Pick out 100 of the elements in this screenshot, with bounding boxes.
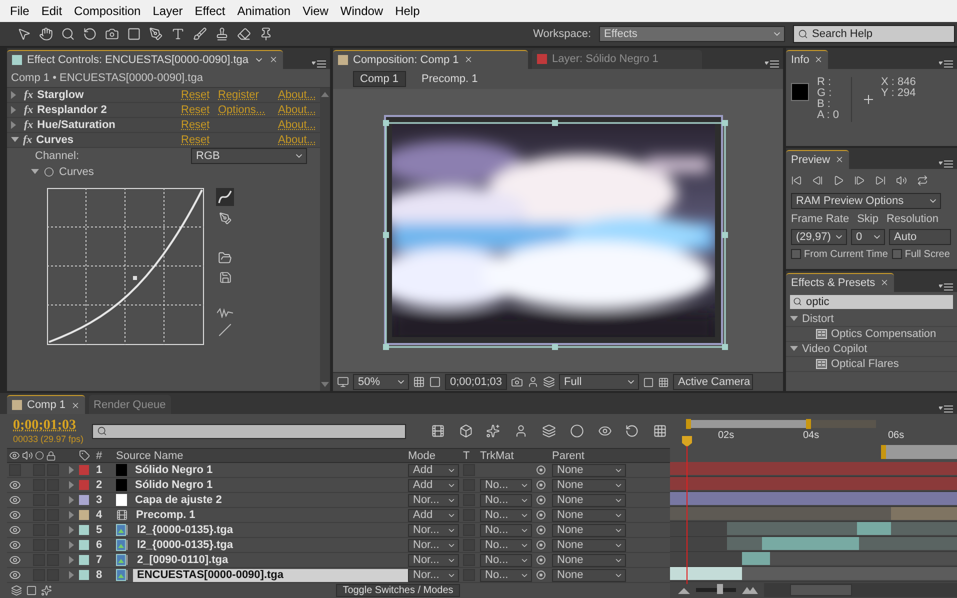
camera-dropdown[interactable]: Active Camera bbox=[673, 374, 753, 390]
skip-dropdown[interactable]: 0 bbox=[851, 228, 885, 245]
track-matte-dropdown[interactable]: No... bbox=[480, 494, 532, 506]
channel-value: G : bbox=[817, 88, 833, 99]
search-field[interactable]: Search Help bbox=[793, 24, 955, 43]
fx-label: fx bbox=[24, 118, 34, 131]
layer-name[interactable]: 2_[0090-0110].tga bbox=[133, 554, 408, 566]
mode-dropdown[interactable]: Nor... bbox=[408, 554, 459, 566]
column-header[interactable]: Mode bbox=[408, 450, 463, 462]
layer-number: 3 bbox=[96, 494, 104, 506]
tree-item[interactable]: Optical Flares bbox=[831, 358, 899, 370]
layer-name[interactable]: Sólido Negro 1 bbox=[131, 464, 408, 476]
menu-item[interactable]: Help bbox=[389, 4, 426, 18]
layer-name[interactable]: Sólido Negro 1 bbox=[131, 478, 408, 492]
tree-item[interactable]: Optics Compensation bbox=[831, 328, 936, 340]
track-matte-dropdown[interactable]: No... bbox=[480, 524, 532, 536]
layer-number: 8 bbox=[96, 569, 104, 581]
toggle-switches-button[interactable]: Toggle Switches / Modes bbox=[336, 584, 460, 597]
search-field[interactable]: optic bbox=[790, 294, 953, 309]
column-header: # bbox=[96, 450, 104, 462]
mode-dropdown[interactable]: Add bbox=[408, 464, 459, 476]
resolution-label: Resolution bbox=[886, 212, 938, 225]
reset-link[interactable]: Reset bbox=[181, 118, 218, 131]
menu-item[interactable]: Effect bbox=[188, 4, 232, 18]
mode-dropdown[interactable]: Nor... bbox=[408, 494, 459, 506]
current-time[interactable]: 0;00;01;03 bbox=[13, 418, 84, 434]
column-header[interactable]: TrkMat bbox=[480, 450, 536, 462]
menu-item[interactable]: Window bbox=[334, 4, 390, 18]
layer-name[interactable]: ENCUESTAS[0000-0090].tga bbox=[133, 568, 408, 582]
layer-number: 6 bbox=[96, 539, 104, 551]
menu-item[interactable]: Edit bbox=[35, 4, 68, 18]
reset-link[interactable]: Reset bbox=[181, 88, 218, 101]
reset-link[interactable]: Reset bbox=[181, 134, 218, 146]
viewer-tab[interactable]: Layer: Sólido Negro 1 bbox=[532, 50, 702, 69]
panel-tab[interactable]: Info bbox=[786, 50, 828, 69]
parent-dropdown[interactable]: None bbox=[552, 524, 626, 536]
panel-tab[interactable]: Preview bbox=[786, 150, 850, 169]
parent-dropdown[interactable]: None bbox=[552, 538, 626, 552]
track-matte-dropdown[interactable]: No... bbox=[480, 554, 532, 566]
about-link[interactable]: About... bbox=[278, 134, 320, 146]
frame-count: 00033 (29.97 fps) bbox=[13, 434, 84, 444]
layer-name[interactable]: Capa de ajuste 2 bbox=[131, 494, 408, 506]
ram-preview-dropdown[interactable]: RAM Preview Options bbox=[791, 192, 941, 209]
column-header[interactable]: T bbox=[463, 450, 480, 462]
layer-name[interactable]: l2_{0000-0135}.tga bbox=[133, 524, 408, 536]
parent-dropdown[interactable]: None bbox=[552, 478, 626, 492]
timecode-field[interactable]: 0;00;01;03 bbox=[445, 374, 507, 390]
comp-breadcrumb[interactable]: Precomp. 1 bbox=[416, 72, 484, 86]
frame-rate-dropdown[interactable]: (29,97) bbox=[791, 228, 847, 245]
fx-label: fx bbox=[23, 134, 32, 146]
menu-item[interactable]: Animation bbox=[231, 4, 297, 18]
mode-dropdown[interactable]: Nor... bbox=[408, 538, 459, 552]
tree-item[interactable]: Distort bbox=[802, 312, 834, 325]
layer-name[interactable]: l2_{0000-0135}.tga bbox=[133, 538, 408, 552]
resolution-dropdown[interactable]: Auto bbox=[889, 228, 951, 245]
parent-dropdown[interactable]: None bbox=[552, 568, 626, 582]
about-link[interactable]: About... bbox=[278, 118, 320, 131]
column-header[interactable]: Source Name bbox=[116, 450, 408, 462]
layer-name[interactable]: Precomp. 1 bbox=[132, 508, 408, 522]
resolution-dropdown[interactable]: Full bbox=[559, 374, 639, 390]
mode-dropdown[interactable]: Add bbox=[408, 508, 459, 522]
workspace-dropdown[interactable]: Effects bbox=[599, 26, 785, 42]
channel-value: B : bbox=[817, 98, 832, 110]
breadcrumb: Comp 1 • ENCUESTAS[0000-0090].tga bbox=[11, 72, 203, 84]
mode-dropdown[interactable]: Nor... bbox=[408, 524, 459, 536]
track-matte-dropdown[interactable]: No... bbox=[480, 568, 532, 582]
panel-tab[interactable]: Effects & Presets bbox=[786, 272, 894, 292]
viewer-tab[interactable]: Composition: Comp 1 bbox=[333, 50, 528, 69]
reset-link[interactable]: Reset bbox=[181, 104, 218, 116]
parent-dropdown[interactable]: None bbox=[552, 494, 626, 506]
mode-dropdown[interactable]: Nor... bbox=[408, 568, 459, 582]
menu-item[interactable]: Composition bbox=[68, 4, 147, 18]
mode-dropdown[interactable]: Add bbox=[408, 478, 459, 492]
timeline-tab[interactable]: Comp 1 bbox=[7, 395, 85, 414]
menu-item[interactable]: View bbox=[296, 4, 334, 18]
effect-name: Curves bbox=[36, 134, 74, 146]
track-matte-dropdown[interactable]: No... bbox=[480, 508, 532, 522]
effect-link[interactable]: Register bbox=[218, 88, 278, 101]
comp-breadcrumb[interactable]: Comp 1 bbox=[353, 70, 406, 87]
layer-number: 7 bbox=[96, 554, 104, 566]
timeline-tab[interactable]: Render Queue bbox=[88, 395, 171, 414]
parent-dropdown[interactable]: None bbox=[552, 508, 626, 522]
fx-label: fx bbox=[24, 104, 34, 116]
skip-label: Skip bbox=[857, 212, 878, 225]
layer-number: 1 bbox=[96, 464, 104, 476]
column-header[interactable]: Parent bbox=[552, 450, 630, 462]
tree-item[interactable]: Video Copilot bbox=[802, 342, 868, 355]
menu-item[interactable]: File bbox=[4, 4, 36, 18]
track-matte-dropdown[interactable]: No... bbox=[480, 478, 532, 492]
about-link[interactable]: About... bbox=[278, 88, 320, 101]
channel-label: Channel: bbox=[35, 150, 80, 162]
menu-item[interactable]: Layer bbox=[146, 4, 189, 18]
parent-dropdown[interactable]: None bbox=[552, 464, 626, 476]
about-link[interactable]: About... bbox=[278, 104, 320, 116]
effect-link[interactable]: Options... bbox=[218, 104, 278, 116]
parent-dropdown[interactable]: None bbox=[552, 554, 626, 566]
panel-tab[interactable]: Effect Controls: ENCUESTAS[0000-0090].tga bbox=[7, 50, 283, 69]
track-matte-dropdown[interactable]: No... bbox=[480, 538, 532, 552]
zoom-dropdown[interactable]: 50% bbox=[353, 374, 409, 390]
channel-dropdown[interactable]: RGB bbox=[191, 148, 308, 164]
